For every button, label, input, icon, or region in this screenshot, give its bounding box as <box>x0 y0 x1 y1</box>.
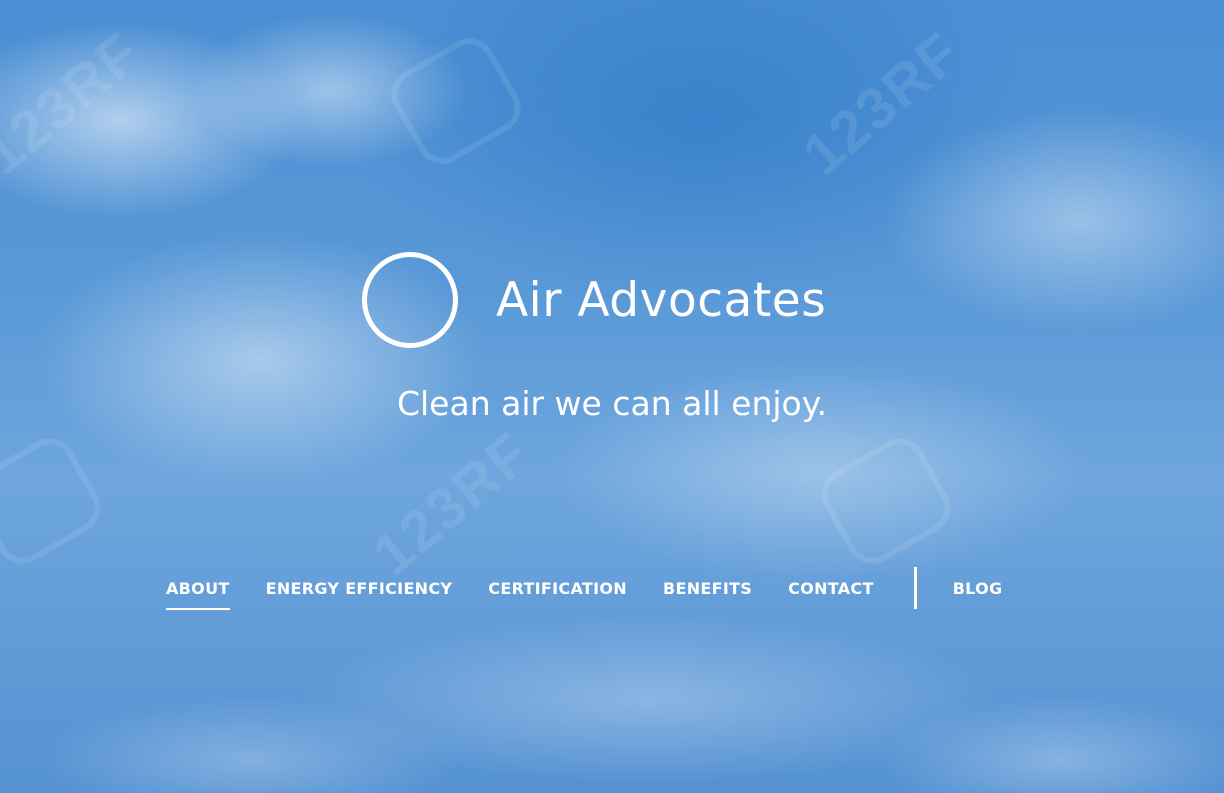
nav-item-about[interactable]: ABOUT <box>166 567 230 610</box>
watermark-text: 123RF <box>360 419 544 588</box>
watermark-text: 123RF <box>0 19 154 188</box>
nav-item-contact[interactable]: CONTACT <box>788 567 874 610</box>
nav-item-blog[interactable]: BLOG <box>953 567 1003 610</box>
nav-item-energy-efficiency[interactable]: ENERGY EFFICIENCY <box>266 567 453 610</box>
watermark-camera-icon <box>382 28 530 174</box>
watermark-camera-icon <box>812 428 960 574</box>
nav-divider <box>913 567 917 609</box>
nav-item-certification[interactable]: CERTIFICATION <box>488 567 627 610</box>
main-nav: ABOUT ENERGY EFFICIENCY CERTIFICATION BE… <box>166 566 1038 610</box>
nav-item-benefits[interactable]: BENEFITS <box>663 567 752 610</box>
watermark-camera-icon <box>0 428 110 574</box>
hero-section: 123RF 123RF 123RF Air Advocates Clean ai… <box>0 0 1224 793</box>
site-title: Air Advocates <box>496 272 827 328</box>
site-tagline: Clean air we can all enjoy. <box>396 384 828 423</box>
watermark-text: 123RF <box>790 19 974 188</box>
circle-ring-icon <box>362 252 458 348</box>
brand[interactable]: Air Advocates <box>362 252 826 348</box>
